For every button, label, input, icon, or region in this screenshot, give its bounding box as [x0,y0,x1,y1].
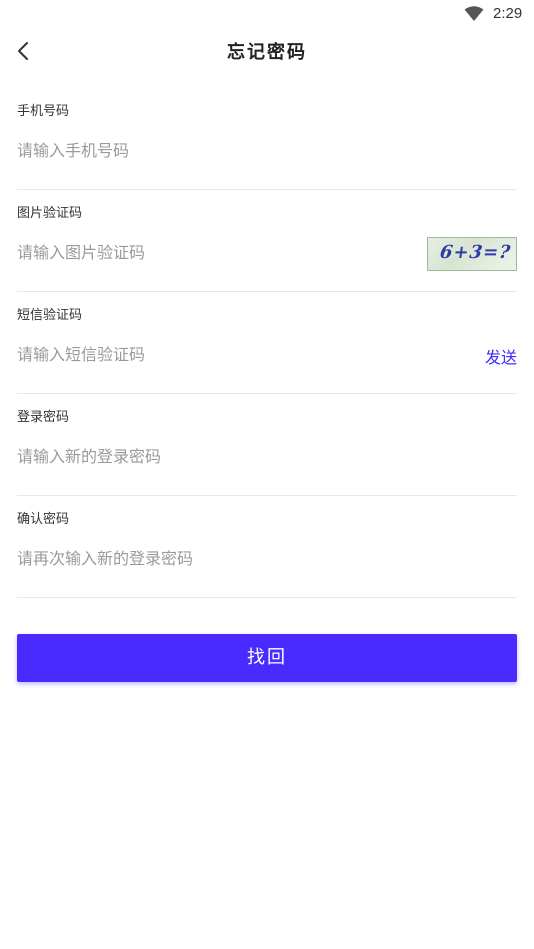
confirm-password-label: 确认密码 [17,512,70,527]
page-title: 忘记密码 [227,42,307,63]
image-captcha-label: 图片验证码 [17,206,83,221]
image-captcha-field-group: 图片验证码 6+3=? [17,190,517,292]
password-label: 登录密码 [17,410,70,425]
image-captcha-input[interactable] [17,234,397,270]
phone-input[interactable] [17,132,397,168]
captcha-text: 6+3=? [438,242,513,263]
captcha-image[interactable]: 6+3=? [427,237,517,271]
app-header: 忘记密码 [0,28,534,74]
send-sms-button[interactable]: 发送 [485,344,517,368]
status-time: 2:29 [493,5,523,22]
sms-code-label: 短信验证码 [17,308,83,323]
forgot-password-form: 手机号码 图片验证码 6+3=? 短信验证码 发送 登录密码 确认密码 [17,88,517,598]
sms-code-input[interactable] [17,336,397,372]
phone-field-group: 手机号码 [17,88,517,190]
wifi-icon [464,6,484,21]
sms-code-field-group: 短信验证码 发送 [17,292,517,394]
password-field-group: 登录密码 [17,394,517,496]
confirm-password-field-group: 确认密码 [17,496,517,598]
confirm-password-input[interactable] [17,540,397,576]
status-bar: 2:29 [0,0,534,28]
phone-label: 手机号码 [17,104,70,119]
retrieve-button[interactable]: 找回 [17,634,517,682]
password-input[interactable] [17,438,397,474]
